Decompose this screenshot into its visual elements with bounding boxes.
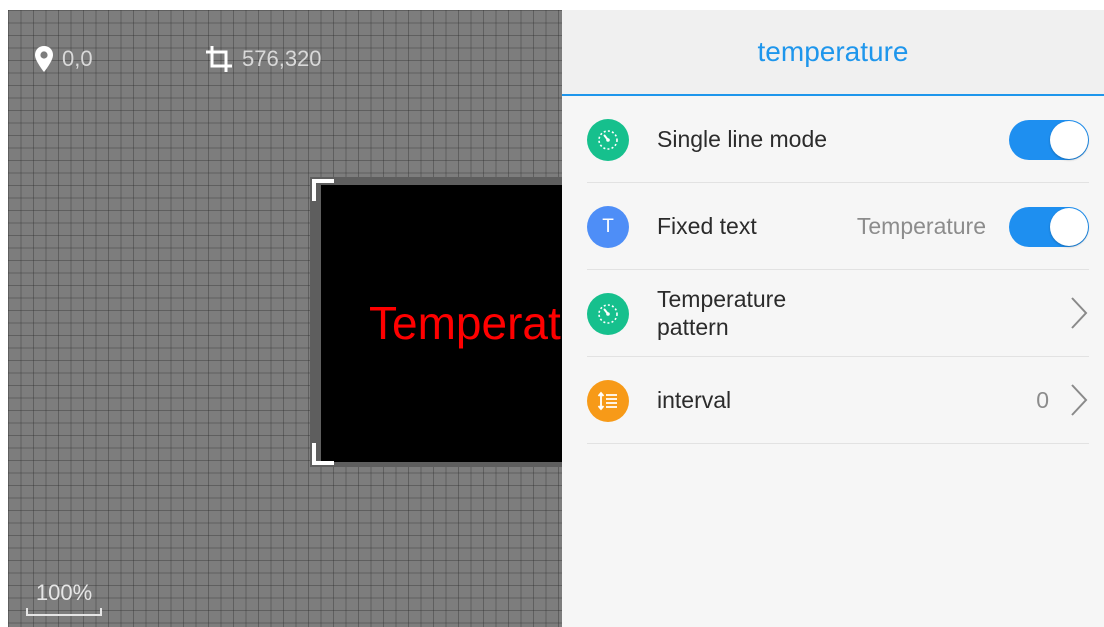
fixed-text-toggle[interactable]	[1009, 207, 1089, 247]
zoom-indicator: 100%	[26, 580, 102, 616]
setting-row-interval[interactable]: interval 0	[587, 357, 1089, 444]
settings-list: Single line mode T Fixed text Temperatur…	[587, 96, 1089, 444]
panel-title: temperature	[757, 36, 909, 67]
setting-row-single-line-mode[interactable]: Single line mode	[587, 96, 1089, 183]
preview-canvas[interactable]: 0,0 576,320 Temperature 100%	[8, 10, 562, 627]
led-screen-frame[interactable]: Temperature	[310, 177, 562, 467]
led-screen[interactable]: Temperature	[321, 185, 562, 462]
chevron-right-icon[interactable]	[1069, 296, 1089, 330]
line-spacing-icon	[587, 380, 629, 422]
zoom-scale-bar	[26, 608, 102, 616]
setting-row-temperature-pattern[interactable]: Temperature pattern	[587, 270, 1089, 357]
resize-handle-top-left[interactable]	[312, 179, 334, 201]
setting-label: interval	[657, 387, 732, 413]
fixed-text-value[interactable]: Temperature	[857, 183, 986, 269]
text-icon: T	[587, 206, 629, 248]
gauge-icon	[587, 119, 629, 161]
settings-panel: temperature Single line mode T Fixed tex…	[562, 10, 1104, 627]
size-readout: 576,320	[204, 44, 322, 74]
setting-label: Single line mode	[657, 126, 828, 152]
interval-value: 0	[1036, 386, 1049, 413]
crop-icon	[204, 44, 234, 74]
resize-handle-bottom-left[interactable]	[312, 443, 334, 465]
gauge-icon	[587, 293, 629, 335]
setting-label: Temperature pattern	[657, 286, 787, 340]
single-line-mode-toggle[interactable]	[1009, 120, 1089, 160]
toggle-knob	[1050, 121, 1088, 159]
location-pin-icon	[34, 45, 54, 73]
screen-text: Temperature	[369, 297, 562, 349]
chevron-right-icon[interactable]	[1069, 383, 1089, 417]
setting-row-fixed-text[interactable]: T Fixed text Temperature	[587, 183, 1089, 270]
app-window: 0,0 576,320 Temperature 100% temperature	[0, 0, 1104, 627]
setting-label: Fixed text	[657, 213, 757, 239]
position-value: 0,0	[62, 46, 93, 71]
position-readout: 0,0	[34, 44, 93, 74]
zoom-label: 100%	[35, 580, 93, 605]
panel-header: temperature	[562, 10, 1104, 96]
toggle-knob	[1050, 208, 1088, 246]
size-value: 576,320	[242, 46, 322, 71]
